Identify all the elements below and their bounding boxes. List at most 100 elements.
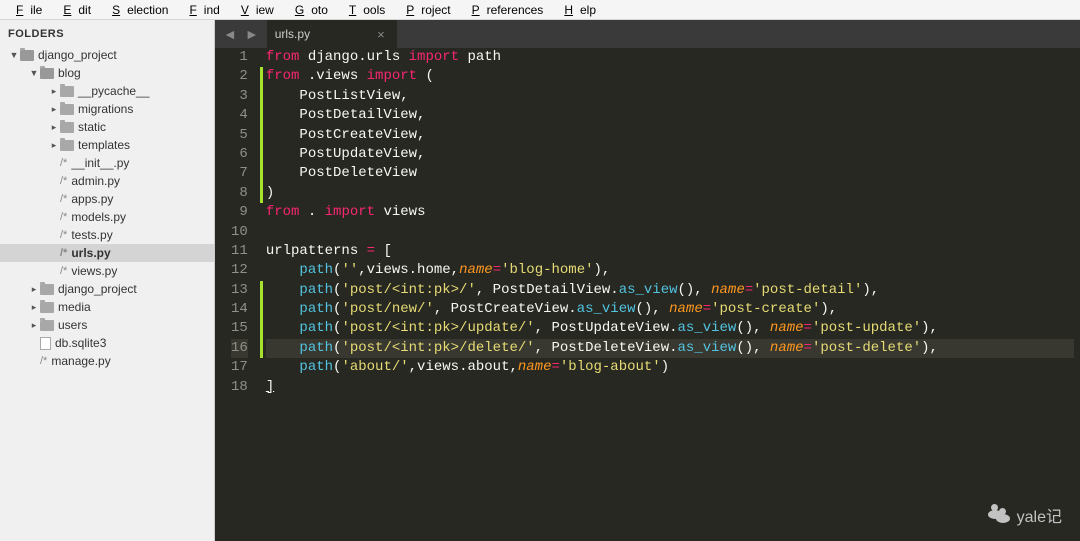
file-tests-py[interactable]: /*tests.py: [0, 226, 214, 244]
menu-view[interactable]: View: [227, 1, 281, 19]
tree-label: blog: [58, 66, 81, 80]
line-number: 16: [231, 339, 248, 358]
menu-preferences[interactable]: Preferences: [458, 1, 551, 19]
file-apps-py[interactable]: /*apps.py: [0, 190, 214, 208]
code-line-7[interactable]: PostDeleteView: [266, 164, 1074, 183]
folder-static[interactable]: ▸static: [0, 118, 214, 136]
tree-label: django_project: [38, 48, 117, 62]
line-number: 3: [231, 87, 248, 106]
code-line-4[interactable]: PostDetailView,: [266, 106, 1074, 125]
tree-label: manage.py: [51, 354, 110, 368]
line-number: 10: [231, 223, 248, 242]
tabs: urls.py ×: [267, 20, 397, 48]
tree-label: tests.py: [71, 228, 112, 242]
line-number: 17: [231, 358, 248, 377]
file-db-sqlite3[interactable]: db.sqlite3: [0, 334, 214, 352]
folder-migrations[interactable]: ▸migrations: [0, 100, 214, 118]
code-line-8[interactable]: ): [266, 184, 1074, 203]
code-line-9[interactable]: from . import views: [266, 203, 1074, 222]
tab-urls[interactable]: urls.py ×: [267, 20, 397, 48]
line-number: 13: [231, 281, 248, 300]
close-icon[interactable]: ×: [373, 27, 389, 42]
file-views-py[interactable]: /*views.py: [0, 262, 214, 280]
line-number: 4: [231, 106, 248, 125]
watermark-text: yale记: [1017, 503, 1062, 527]
line-number: 2: [231, 67, 248, 86]
code-line-10[interactable]: [266, 223, 1074, 242]
file-admin-py[interactable]: /*admin.py: [0, 172, 214, 190]
line-number: 11: [231, 242, 248, 261]
nav-back-icon[interactable]: ◄: [223, 26, 237, 42]
wechat-icon: [985, 504, 1011, 526]
tree-label: media: [58, 300, 91, 314]
menu-goto[interactable]: Goto: [281, 1, 335, 19]
line-number: 7: [231, 164, 248, 183]
code-line-16[interactable]: path('post/<int:pk>/delete/', PostDelete…: [266, 339, 1074, 358]
file-models-py[interactable]: /*models.py: [0, 208, 214, 226]
line-number: 15: [231, 319, 248, 338]
code-line-2[interactable]: from .views import (: [266, 67, 1074, 86]
line-number-gutter: 123456789101112131415161718: [215, 48, 260, 541]
menu-tools[interactable]: Tools: [335, 1, 392, 19]
tree-label: models.py: [71, 210, 126, 224]
sidebar-header: FOLDERS: [0, 24, 214, 46]
menu-selection[interactable]: Selection: [98, 1, 175, 19]
code-line-18[interactable]: ]: [266, 378, 1074, 397]
code-line-15[interactable]: path('post/<int:pk>/update/', PostUpdate…: [266, 319, 1074, 338]
menu-find[interactable]: Find: [175, 1, 226, 19]
folder-blog[interactable]: ▼blog: [0, 64, 214, 82]
menu-project[interactable]: Project: [392, 1, 457, 19]
tree-label: admin.py: [71, 174, 120, 188]
tree-label: users: [58, 318, 87, 332]
menu-edit[interactable]: Edit: [49, 1, 98, 19]
tree-label: migrations: [78, 102, 133, 116]
tree-label: views.py: [71, 264, 117, 278]
folder-templates[interactable]: ▸templates: [0, 136, 214, 154]
tree-label: django_project: [58, 282, 137, 296]
folder-django_project[interactable]: ▼django_project: [0, 46, 214, 64]
tree-label: urls.py: [71, 246, 110, 260]
line-number: 9: [231, 203, 248, 222]
line-number: 14: [231, 300, 248, 319]
folder-users[interactable]: ▸users: [0, 316, 214, 334]
tree-label: __pycache__: [78, 84, 149, 98]
code-line-3[interactable]: PostListView,: [266, 87, 1074, 106]
menu-help[interactable]: Help: [550, 1, 603, 19]
nav-arrows: ◄ ►: [215, 20, 267, 48]
tree-label: static: [78, 120, 106, 134]
folder-tree: ▼django_project▼blog▸__pycache__▸migrati…: [0, 46, 214, 370]
code-line-13[interactable]: path('post/<int:pk>/', PostDetailView.as…: [266, 281, 1074, 300]
watermark: yale记: [985, 503, 1062, 527]
file-__init__-py[interactable]: /*__init__.py: [0, 154, 214, 172]
sidebar: FOLDERS ▼django_project▼blog▸__pycache__…: [0, 20, 215, 541]
line-number: 8: [231, 184, 248, 203]
tree-label: templates: [78, 138, 130, 152]
code-line-17[interactable]: path('about/',views.about,name='blog-abo…: [266, 358, 1074, 377]
code-line-1[interactable]: from django.urls import path: [266, 48, 1074, 67]
line-number: 18: [231, 378, 248, 397]
code-line-6[interactable]: PostUpdateView,: [266, 145, 1074, 164]
line-number: 12: [231, 261, 248, 280]
folder-__pycache__[interactable]: ▸__pycache__: [0, 82, 214, 100]
code-line-14[interactable]: path('post/new/', PostCreateView.as_view…: [266, 300, 1074, 319]
code-line-5[interactable]: PostCreateView,: [266, 126, 1074, 145]
code-area[interactable]: 123456789101112131415161718 from django.…: [215, 48, 1080, 541]
code-line-11[interactable]: urlpatterns = [: [266, 242, 1074, 261]
folder-media[interactable]: ▸media: [0, 298, 214, 316]
editor: ◄ ► urls.py × 12345678910111213141516171…: [215, 20, 1080, 541]
code-line-12[interactable]: path('',views.home,name='blog-home'),: [266, 261, 1074, 280]
folder-django_project[interactable]: ▸django_project: [0, 280, 214, 298]
tree-label: __init__.py: [71, 156, 129, 170]
line-number: 5: [231, 126, 248, 145]
editor-topbar: ◄ ► urls.py ×: [215, 20, 1080, 48]
file-manage-py[interactable]: /*manage.py: [0, 352, 214, 370]
menubar: FileEditSelectionFindViewGotoToolsProjec…: [0, 0, 1080, 20]
tree-label: apps.py: [71, 192, 113, 206]
file-urls-py[interactable]: /*urls.py: [0, 244, 214, 262]
nav-forward-icon[interactable]: ►: [245, 26, 259, 42]
code-content[interactable]: from django.urls import pathfrom .views …: [260, 48, 1080, 541]
tree-label: db.sqlite3: [55, 336, 106, 350]
menu-file[interactable]: File: [2, 1, 49, 19]
line-number: 1: [231, 48, 248, 67]
line-number: 6: [231, 145, 248, 164]
